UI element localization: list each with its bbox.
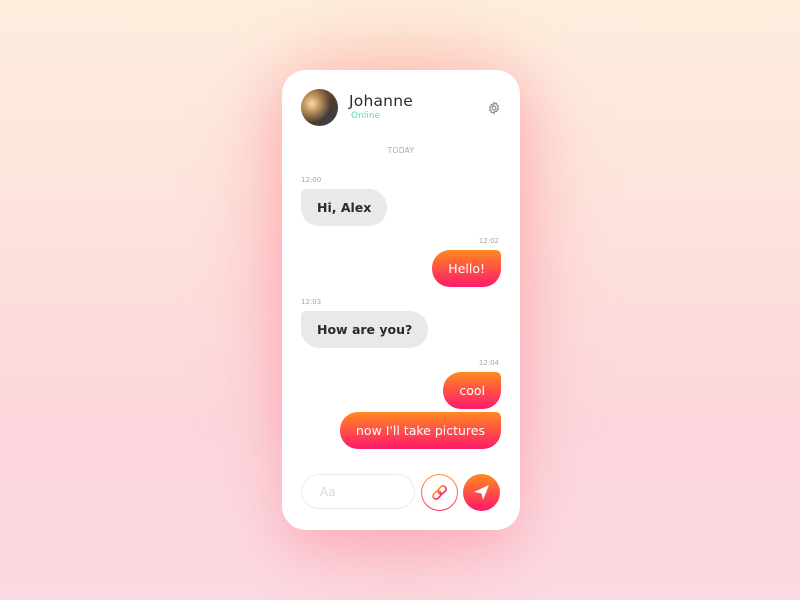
message-timestamp: 12:02 [478,237,499,245]
message-timestamp: 12:00 [301,176,322,184]
attach-link-button[interactable] [421,474,458,511]
message-bubble-sent[interactable]: Hello! [432,250,501,287]
message-bubble-received[interactable]: Hi, Alex [301,189,388,226]
gear-icon[interactable] [487,100,501,115]
link-icon [432,485,447,500]
message-bubble-sent[interactable]: cool [443,372,501,409]
message-timestamp: 12:04 [478,359,499,367]
contact-avatar[interactable] [301,89,338,126]
message-timestamp: 12:03 [301,298,322,306]
contact-status: Online [351,111,381,121]
contact-name: Johanne [349,92,413,110]
send-button[interactable] [463,474,500,511]
message-bubble-sent[interactable]: now I'll take pictures [340,412,501,449]
chat-window: Johanne Online TODAY 12:00 Hi, Alex 12:0… [282,70,520,530]
date-separator: TODAY [387,146,415,155]
message-bubble-received[interactable]: How are you? [301,311,429,348]
message-input[interactable] [301,474,415,509]
send-icon [474,485,489,500]
